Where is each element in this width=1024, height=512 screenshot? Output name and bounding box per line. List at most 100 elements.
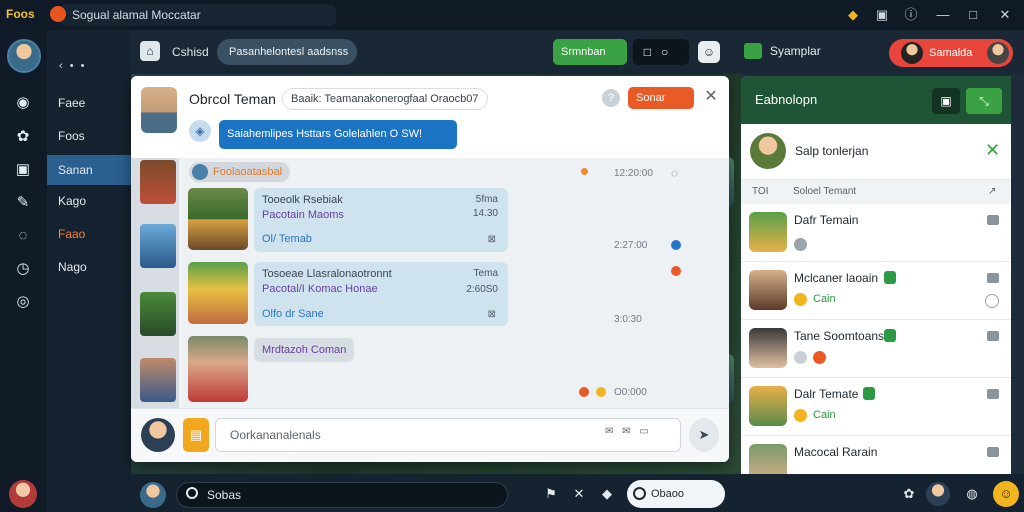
message-bubble[interactable]: Tooeolk Rsebiak Pacotain Maoms 5fma 14.3… [254,188,508,252]
chat-banner[interactable]: Saiahemlipes Hsttars Golelahlen O SW! [219,120,457,149]
nav-item-6[interactable]: Nago [47,252,131,282]
flag-icon[interactable]: ⚑ [543,486,559,502]
expand-icon[interactable]: ⤡ [966,88,1002,114]
reaction-dot[interactable] [596,387,606,397]
camera-icon[interactable]: ◉ [13,93,33,113]
chat-bubble-icon[interactable]: ◍ [964,486,980,502]
reaction-icon[interactable]: ◌ [671,166,678,180]
send-icon[interactable]: ➤ [689,418,719,452]
close-icon[interactable]: ✕ [995,5,1015,25]
bottom-avatar[interactable] [140,482,166,508]
flag-icon[interactable] [987,273,999,283]
member-thumb[interactable] [140,358,176,402]
message-bubble[interactable]: Tosoeae Llasralonaotronnt Pacotal/I Koma… [254,262,508,326]
right-panel-header: Eabnolopn ▣ ⤡ [741,76,1011,124]
featured-contact[interactable]: Salp tonlerjan ✕ [741,124,1011,180]
message-time: 12:20:00 [614,168,653,179]
help-icon[interactable]: ? [602,89,620,107]
list-item-avatar [749,444,787,474]
emoji-icon[interactable]: ☺ [993,481,1019,507]
bottom-pill-button[interactable]: Obaoo [627,480,725,508]
list-item[interactable]: Macocal Rarain [741,436,1011,474]
app-icon [50,6,66,22]
attach-icon[interactable]: ▤ [183,418,209,452]
sender-tag[interactable]: Foolaoatasbal [189,162,291,182]
more-icon[interactable]: ⊠ [488,309,496,320]
minimize-icon[interactable]: — [933,5,953,25]
puzzle-icon[interactable]: ✿ [13,127,33,147]
message-link[interactable]: Ol/ Temab [262,233,312,245]
member-thumb[interactable] [140,160,176,204]
bottom-pill-label: Obaoo [651,488,685,500]
channel-pill[interactable]: Pasanhelontesl aadsnss [217,39,357,65]
info-icon[interactable]: ⓘ [901,5,921,25]
view-toggle[interactable]: □○ [633,39,689,65]
user-pill-label: Samalda [929,47,973,59]
message-text[interactable]: Mrdtazoh Coman [254,338,355,362]
nav-item-5[interactable]: Faao [47,219,131,249]
flag-icon[interactable] [987,331,999,341]
list-col-1: TOI [752,186,769,197]
message-image[interactable] [188,262,248,324]
member-thumb[interactable] [140,292,176,336]
my-avatar[interactable] [141,418,175,452]
nav-item-1[interactable]: Faee [47,88,131,118]
emoji-icon [794,293,807,306]
contact-avatar[interactable] [141,87,177,133]
camera-icon[interactable]: ▣ [872,5,892,25]
close-icon[interactable]: ✕ [985,140,1000,161]
search-input[interactable] [176,482,508,508]
right-top-bar: Syamplar Samalda [730,30,1024,74]
square-icon[interactable]: ▣ [13,160,33,180]
message-link[interactable]: Olfo dr Sane [262,308,324,320]
user-pill-avatar-2 [987,42,1009,64]
message-time: 3:0:30 [614,314,642,325]
more-icon[interactable]: ⊠ [488,234,496,245]
message-text: Pacotal/I Komac Honae [262,283,378,295]
status-icon [794,238,807,251]
message-meta-2: 14.30 [472,208,498,219]
share-icon[interactable]: ✕ [571,486,587,502]
user-pill[interactable]: Samalda [889,39,1013,67]
user-avatar[interactable] [7,39,41,73]
tag-icon[interactable]: ◌ [13,226,33,246]
groups-icon [744,43,762,59]
member-thumb[interactable] [140,224,176,268]
reaction-dot[interactable] [579,387,589,397]
profile-avatar[interactable] [9,480,37,508]
maximize-icon[interactable]: □ [963,5,983,25]
nav-item-4[interactable]: Kago [47,186,131,216]
flag-icon[interactable] [987,215,999,225]
list-item[interactable]: Mclcaner laoain Cain [741,262,1011,320]
close-icon[interactable]: ✕ [702,88,720,106]
flag-icon[interactable] [987,447,999,457]
pen-icon[interactable]: ✎ [13,193,33,213]
bot-icon[interactable]: ☺ [698,41,720,63]
message-image[interactable] [188,188,248,250]
sort-icon[interactable]: ↗ [988,186,996,197]
shield-icon[interactable]: ◆ [843,5,863,25]
list-item-avatar [749,386,787,426]
sonar-button[interactable]: Sonar [628,87,694,109]
apps-icon[interactable]: ✿ [901,486,917,502]
green-action-button[interactable]: Srmnban [553,39,627,65]
composer-tools[interactable]: ✉ ✉ ▭ [605,426,652,437]
nav-item-2[interactable]: Foos [47,121,131,151]
nav-item-3[interactable]: Sanan [47,155,131,185]
message-image[interactable] [188,336,248,402]
flag-icon[interactable] [987,389,999,399]
center-label: Cshisd [172,45,209,59]
home-icon[interactable]: ⌂ [140,41,160,61]
nav-back-dots[interactable]: ‹ • • [59,60,86,72]
sender-avatar [192,164,208,180]
gamepad-icon[interactable]: ◆ [599,486,615,502]
clock-icon[interactable]: ◷ [13,259,33,279]
verified-badge [884,329,896,342]
image-icon[interactable]: ▣ [932,88,960,114]
user-pill-avatar [901,42,923,64]
bottom-right-avatar[interactable] [926,482,950,506]
settings-icon[interactable]: ◎ [13,292,33,312]
list-item[interactable]: Dafr Temain [741,204,1011,262]
list-item[interactable]: Tane Soomtoans [741,320,1011,378]
list-item[interactable]: Dalr Temate Cain [741,378,1011,436]
